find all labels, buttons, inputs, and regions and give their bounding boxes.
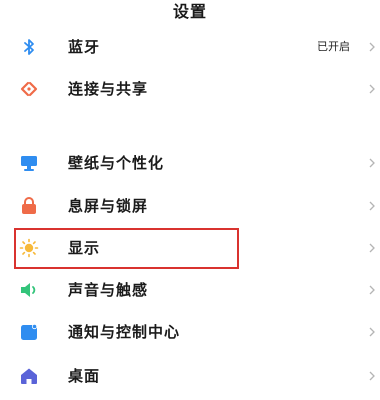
settings-item-label: 声音与触感: [68, 281, 149, 299]
chevron-right-icon: [366, 370, 378, 382]
settings-item-notification[interactable]: 通知与控制中心: [0, 311, 380, 353]
settings-item-label: 连接与共享: [68, 80, 149, 98]
lock-screen-icon: [19, 196, 39, 216]
notification-icon: [19, 322, 39, 342]
home-icon: [19, 366, 39, 386]
settings-item-label: 通知与控制中心: [68, 323, 181, 341]
speaker-icon: [19, 280, 39, 300]
connection-share-icon: [19, 79, 39, 99]
settings-item-wallpaper[interactable]: 壁纸与个性化: [0, 142, 380, 184]
bluetooth-icon: [19, 37, 39, 57]
settings-item-label: 息屏与锁屏: [68, 197, 149, 215]
settings-item-bluetooth[interactable]: 蓝牙 已开启: [0, 26, 380, 68]
bluetooth-status-value: 已开启: [317, 40, 350, 53]
chevron-right-icon: [366, 83, 378, 95]
settings-item-connection-share[interactable]: 连接与共享: [0, 68, 380, 110]
settings-screen: 设置 蓝牙 已开启 连接与共享 壁纸与个性化 息屏与锁屏 显示 声音与触感 通知…: [0, 0, 380, 400]
display-highlight-box: [14, 228, 239, 269]
chevron-right-icon: [366, 200, 378, 212]
chevron-right-icon: [366, 326, 378, 338]
chevron-right-icon: [366, 284, 378, 296]
page-title: 设置: [172, 2, 207, 21]
settings-item-sound[interactable]: 声音与触感: [0, 269, 380, 311]
settings-item-label: 蓝牙: [68, 38, 101, 56]
settings-item-label: 桌面: [68, 367, 101, 385]
settings-item-lock-screen[interactable]: 息屏与锁屏: [0, 185, 380, 227]
chevron-right-icon: [366, 242, 378, 254]
settings-item-desktop[interactable]: 桌面: [0, 355, 380, 397]
chevron-right-icon: [366, 157, 378, 169]
wallpaper-icon: [19, 153, 39, 173]
settings-item-label: 壁纸与个性化: [68, 154, 165, 172]
chevron-right-icon: [366, 41, 378, 53]
